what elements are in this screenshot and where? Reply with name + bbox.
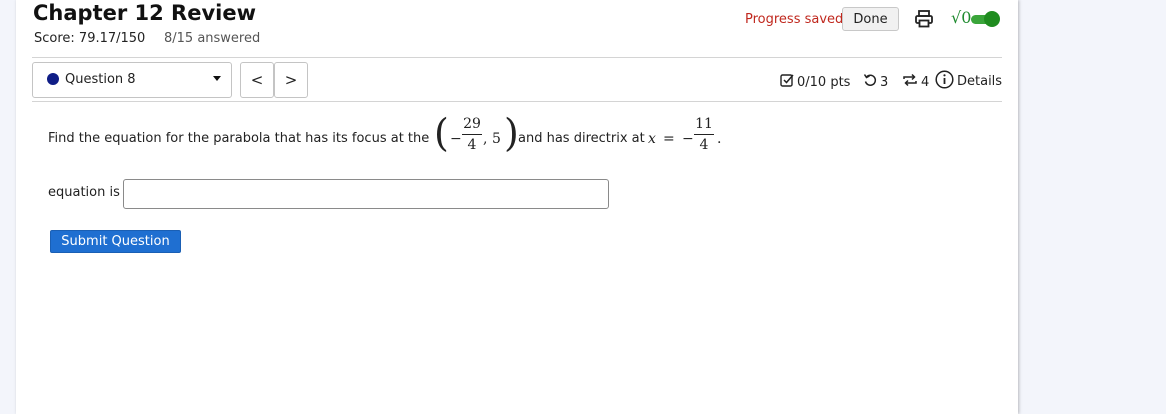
question-select-label: Question 8 <box>65 72 136 87</box>
info-icon <box>935 70 954 93</box>
header-divider <box>32 57 1002 58</box>
directrix-numerator: 11 <box>695 116 713 132</box>
question-prompt-continued: and has directrix at <box>518 131 645 146</box>
equals-sign: = <box>663 131 675 147</box>
tries-indicator: 3 <box>863 73 888 91</box>
focus-x-sign: − <box>450 131 462 147</box>
details-link[interactable]: Details <box>935 70 1002 93</box>
page-title: Chapter 12 Review <box>33 1 256 25</box>
equation-input[interactable] <box>123 179 609 209</box>
nav-divider <box>32 101 1002 102</box>
question-status-dot <box>47 73 59 85</box>
question-select[interactable]: Question 8 <box>32 62 232 98</box>
retry-icon <box>863 73 877 91</box>
done-button[interactable]: Done <box>842 7 899 31</box>
repeat-icon <box>902 73 918 91</box>
focus-x-numerator: 29 <box>463 116 481 132</box>
left-paren: ( <box>434 111 449 155</box>
chevron-right-icon: > <box>284 71 298 89</box>
directrix-variable: x <box>648 131 656 147</box>
toggle-knob <box>984 11 1000 27</box>
math-toggle[interactable] <box>971 11 1000 27</box>
main-panel: Chapter 12 Review Score: 79.17/150 8/15 … <box>16 0 1018 414</box>
tries-text: 3 <box>880 74 889 90</box>
focus-x-denominator: 4 <box>467 137 477 153</box>
submissions-indicator: 4 <box>902 73 929 91</box>
next-question-button[interactable]: > <box>274 62 308 98</box>
details-label: Details <box>957 74 1003 89</box>
period: . <box>717 131 722 147</box>
submissions-text: 4 <box>921 74 930 90</box>
directrix-fraction: 11 4 <box>694 116 714 153</box>
directrix-sign: − <box>682 131 694 147</box>
points-indicator: 0/10 pts <box>780 73 850 91</box>
answered-count: 8/15 answered <box>164 31 261 46</box>
focus-x-fraction: 29 4 <box>462 116 482 153</box>
question-prompt: Find the equation for the parabola that … <box>48 131 430 146</box>
score-text: Score: 79.17/150 <box>34 31 146 46</box>
math-toggle-label: √0 <box>951 8 972 27</box>
answer-label: equation is <box>48 185 120 200</box>
directrix-denominator: 4 <box>699 137 709 153</box>
checkbox-icon <box>780 73 794 91</box>
right-paren: ) <box>504 111 519 155</box>
comma: , <box>483 131 488 147</box>
fraction-bar <box>694 134 714 135</box>
caret-down-icon <box>213 76 221 81</box>
chevron-left-icon: < <box>250 71 264 89</box>
previous-question-button[interactable]: < <box>240 62 274 98</box>
submit-question-button[interactable]: Submit Question <box>50 230 181 253</box>
points-text: 0/10 pts <box>797 74 851 90</box>
progress-status: Progress saved <box>745 12 844 27</box>
print-icon[interactable] <box>914 9 934 29</box>
focus-y: 5 <box>492 131 501 147</box>
fraction-bar <box>462 134 482 135</box>
